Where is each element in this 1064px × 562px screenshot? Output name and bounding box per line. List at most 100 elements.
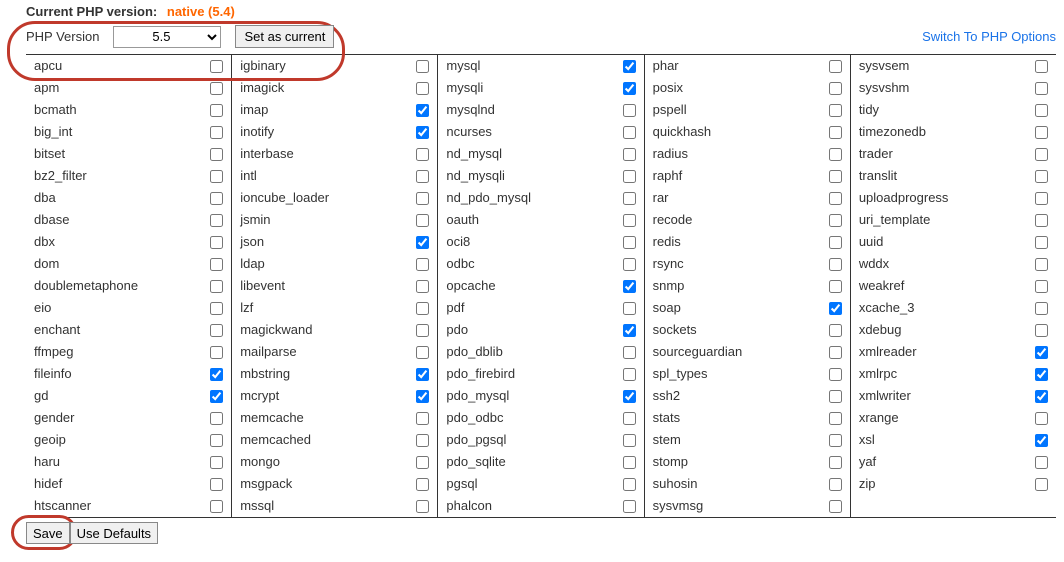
extension-checkbox[interactable]: [623, 280, 636, 293]
extension-checkbox[interactable]: [416, 456, 429, 469]
extension-checkbox[interactable]: [829, 148, 842, 161]
extension-checkbox[interactable]: [829, 346, 842, 359]
extension-checkbox[interactable]: [416, 324, 429, 337]
extension-checkbox[interactable]: [1035, 170, 1048, 183]
extension-checkbox[interactable]: [1035, 302, 1048, 315]
extension-checkbox[interactable]: [623, 148, 636, 161]
extension-checkbox[interactable]: [623, 500, 636, 513]
extension-checkbox[interactable]: [829, 60, 842, 73]
extension-checkbox[interactable]: [416, 258, 429, 271]
extension-checkbox[interactable]: [210, 192, 223, 205]
extension-checkbox[interactable]: [623, 478, 636, 491]
extension-checkbox[interactable]: [623, 390, 636, 403]
extension-checkbox[interactable]: [829, 280, 842, 293]
extension-checkbox[interactable]: [210, 214, 223, 227]
extension-checkbox[interactable]: [416, 478, 429, 491]
extension-checkbox[interactable]: [1035, 346, 1048, 359]
extension-checkbox[interactable]: [1035, 258, 1048, 271]
extension-checkbox[interactable]: [1035, 456, 1048, 469]
extension-checkbox[interactable]: [416, 236, 429, 249]
extension-checkbox[interactable]: [210, 390, 223, 403]
extension-checkbox[interactable]: [210, 412, 223, 425]
extension-checkbox[interactable]: [829, 192, 842, 205]
extension-checkbox[interactable]: [210, 280, 223, 293]
extension-checkbox[interactable]: [1035, 148, 1048, 161]
extension-checkbox[interactable]: [210, 456, 223, 469]
extension-checkbox[interactable]: [623, 302, 636, 315]
extension-checkbox[interactable]: [210, 346, 223, 359]
extension-checkbox[interactable]: [1035, 126, 1048, 139]
extension-checkbox[interactable]: [1035, 324, 1048, 337]
extension-checkbox[interactable]: [416, 214, 429, 227]
extension-checkbox[interactable]: [1035, 390, 1048, 403]
extension-checkbox[interactable]: [210, 324, 223, 337]
extension-checkbox[interactable]: [416, 192, 429, 205]
extension-checkbox[interactable]: [416, 434, 429, 447]
extension-checkbox[interactable]: [829, 104, 842, 117]
extension-checkbox[interactable]: [416, 60, 429, 73]
extension-checkbox[interactable]: [210, 104, 223, 117]
extension-checkbox[interactable]: [829, 500, 842, 513]
extension-checkbox[interactable]: [623, 82, 636, 95]
extension-checkbox[interactable]: [829, 170, 842, 183]
extension-checkbox[interactable]: [623, 126, 636, 139]
extension-checkbox[interactable]: [623, 192, 636, 205]
extension-checkbox[interactable]: [829, 434, 842, 447]
extension-checkbox[interactable]: [623, 368, 636, 381]
extension-checkbox[interactable]: [623, 412, 636, 425]
extension-checkbox[interactable]: [1035, 368, 1048, 381]
extension-checkbox[interactable]: [210, 60, 223, 73]
extension-checkbox[interactable]: [829, 456, 842, 469]
extension-checkbox[interactable]: [1035, 82, 1048, 95]
extension-checkbox[interactable]: [1035, 478, 1048, 491]
extension-checkbox[interactable]: [416, 346, 429, 359]
extension-checkbox[interactable]: [829, 302, 842, 315]
extension-checkbox[interactable]: [1035, 412, 1048, 425]
extension-checkbox[interactable]: [416, 82, 429, 95]
extension-checkbox[interactable]: [829, 126, 842, 139]
extension-checkbox[interactable]: [623, 170, 636, 183]
extension-checkbox[interactable]: [416, 368, 429, 381]
extension-checkbox[interactable]: [416, 412, 429, 425]
extension-checkbox[interactable]: [829, 214, 842, 227]
extension-checkbox[interactable]: [210, 82, 223, 95]
extension-checkbox[interactable]: [1035, 104, 1048, 117]
php-version-select[interactable]: 5.5: [113, 26, 221, 48]
extension-checkbox[interactable]: [210, 434, 223, 447]
extension-checkbox[interactable]: [1035, 434, 1048, 447]
extension-checkbox[interactable]: [416, 390, 429, 403]
extension-checkbox[interactable]: [416, 170, 429, 183]
extension-checkbox[interactable]: [829, 324, 842, 337]
extension-checkbox[interactable]: [416, 302, 429, 315]
extension-checkbox[interactable]: [623, 434, 636, 447]
extension-checkbox[interactable]: [623, 60, 636, 73]
extension-checkbox[interactable]: [623, 456, 636, 469]
extension-checkbox[interactable]: [210, 258, 223, 271]
extension-checkbox[interactable]: [623, 214, 636, 227]
switch-options-link[interactable]: Switch To PHP Options: [922, 29, 1056, 44]
extension-checkbox[interactable]: [210, 302, 223, 315]
use-defaults-button[interactable]: Use Defaults: [70, 522, 158, 544]
extension-checkbox[interactable]: [416, 500, 429, 513]
extension-checkbox[interactable]: [416, 280, 429, 293]
extension-checkbox[interactable]: [623, 324, 636, 337]
extension-checkbox[interactable]: [210, 368, 223, 381]
extension-checkbox[interactable]: [210, 148, 223, 161]
extension-checkbox[interactable]: [829, 258, 842, 271]
extension-checkbox[interactable]: [1035, 280, 1048, 293]
extension-checkbox[interactable]: [829, 368, 842, 381]
extension-checkbox[interactable]: [623, 104, 636, 117]
extension-checkbox[interactable]: [829, 478, 842, 491]
extension-checkbox[interactable]: [416, 126, 429, 139]
extension-checkbox[interactable]: [1035, 60, 1048, 73]
save-button[interactable]: Save: [26, 522, 70, 544]
extension-checkbox[interactable]: [210, 236, 223, 249]
extension-checkbox[interactable]: [416, 104, 429, 117]
extension-checkbox[interactable]: [416, 148, 429, 161]
extension-checkbox[interactable]: [210, 126, 223, 139]
extension-checkbox[interactable]: [829, 82, 842, 95]
extension-checkbox[interactable]: [829, 390, 842, 403]
extension-checkbox[interactable]: [210, 500, 223, 513]
extension-checkbox[interactable]: [829, 236, 842, 249]
set-current-button[interactable]: Set as current: [235, 25, 334, 48]
